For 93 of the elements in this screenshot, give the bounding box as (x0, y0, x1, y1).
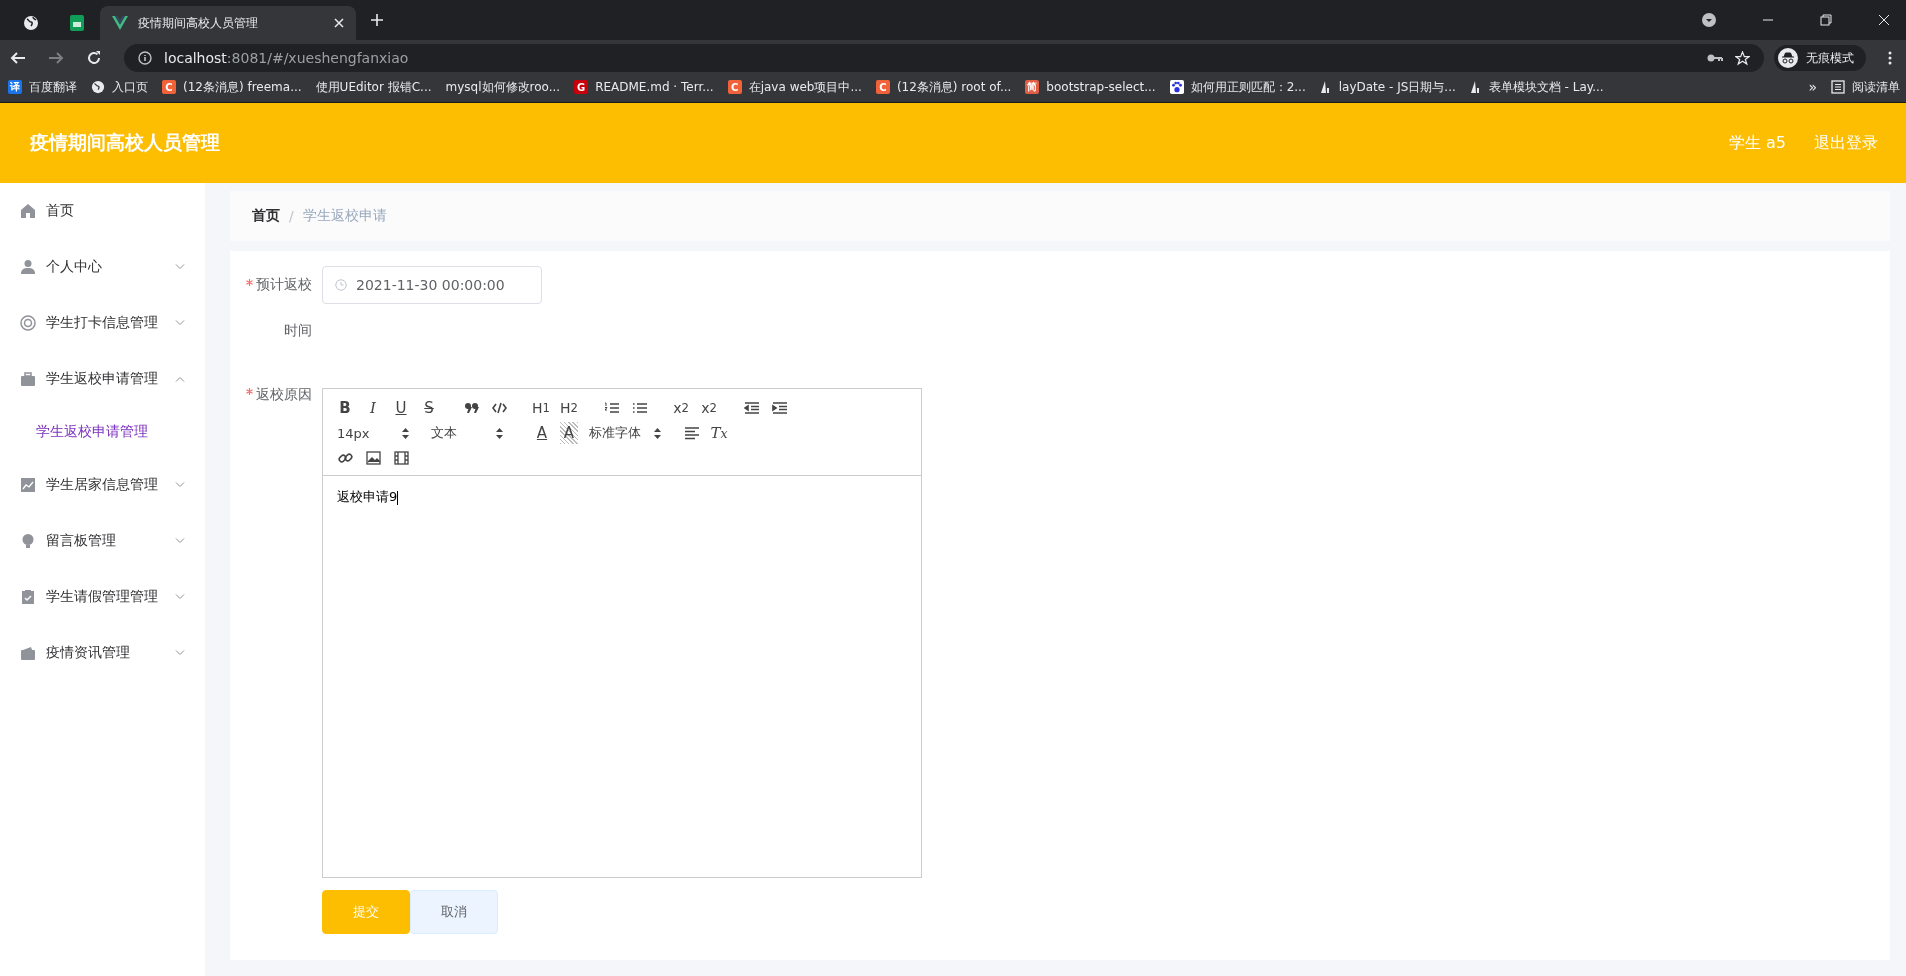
indent-icon (771, 401, 787, 415)
toolbar-button[interactable]: A (529, 422, 555, 444)
bookmark[interactable]: mysql如何修改roo... (445, 78, 561, 96)
toolbar-dropdown[interactable]: 文本 (425, 424, 509, 442)
forward-icon[interactable] (48, 50, 64, 66)
toolbar-dropdown[interactable]: 标准字体 (583, 424, 667, 442)
lifebuoy-icon (20, 315, 36, 331)
align-icon (683, 426, 699, 440)
bookmark[interactable]: C (12条消息) freema... (162, 78, 302, 96)
bookmark-favicon: C (162, 80, 176, 94)
sidebar-subitem[interactable]: 学生返校申请管理 (0, 407, 205, 457)
wallet-icon (20, 645, 36, 661)
browser-tab[interactable]: 疫情期间高校人员管理 (100, 6, 356, 40)
spreadsheet-icon (70, 15, 84, 31)
bookmark[interactable]: G README.md · Terr... (574, 80, 714, 94)
sidebar-item[interactable]: 首页 (0, 183, 205, 239)
quote-icon (463, 401, 479, 415)
sidebar-item[interactable]: 学生打卡信息管理 (0, 295, 205, 351)
toolbar-dropdown[interactable]: 14px (331, 425, 415, 441)
bookmark-favicon: C (727, 80, 742, 94)
address-field[interactable]: localhost:8081/#/xueshengfanxiao (124, 44, 1764, 72)
menu-icon[interactable] (1888, 51, 1892, 65)
key-icon[interactable] (1707, 53, 1723, 63)
paw-icon (1169, 80, 1184, 94)
bookmark[interactable]: 入口页 (91, 78, 148, 96)
bookmark[interactable]: 表单模块文档 - Lay... (1469, 78, 1604, 96)
bookmark[interactable]: 如何用正则匹配：2... (1169, 78, 1306, 96)
editor-text[interactable]: 返校申请9 (323, 476, 921, 877)
bookmark-favicon (1469, 80, 1482, 94)
updown-icon (496, 427, 503, 439)
sidebar-item[interactable]: 学生返校申请管理 (0, 351, 205, 407)
cancel-button[interactable]: 取消 (410, 890, 498, 934)
bookmark[interactable]: 使用UEditor 报错C... (315, 78, 432, 96)
info-icon (138, 51, 152, 65)
field-label: 返校原因 (256, 385, 312, 404)
star-icon[interactable] (1735, 50, 1750, 66)
bookmark[interactable]: 简 bootstrap-select... (1025, 80, 1156, 94)
toolbar-button[interactable]: I (359, 397, 387, 419)
chart-icon (20, 477, 36, 493)
field-label: 预计返校时间 (256, 275, 312, 340)
vue-logo-icon (112, 16, 128, 30)
clock-icon (335, 279, 347, 291)
link-icon (337, 451, 353, 465)
bookmark-favicon: 译 (8, 80, 22, 94)
sidebar-item[interactable]: 学生请假管理管理 (0, 569, 205, 625)
image-icon (365, 451, 381, 465)
updown-icon (654, 427, 661, 439)
bookmark-favicon (1319, 80, 1332, 94)
sidebar-item[interactable]: 学生居家信息管理 (0, 457, 205, 513)
video-icon (393, 451, 409, 465)
globe-icon (23, 15, 39, 31)
bookmark-favicon: C (875, 80, 890, 94)
bookmark-favicon: 简 (1025, 80, 1040, 94)
restore-icon[interactable] (1820, 14, 1832, 26)
bookmark[interactable]: C (12条消息) root of... (875, 78, 1012, 96)
toolbar-button[interactable]: B (331, 397, 359, 419)
toolbar-button[interactable]: S (415, 397, 443, 419)
sidebar-item[interactable]: 疫情资讯管理 (0, 625, 205, 681)
date-field[interactable]: 2021-11-30 00:00:00 (322, 266, 542, 304)
app-title: 疫情期间高校人员管理 (30, 130, 220, 155)
incognito-icon (1778, 48, 1798, 68)
list-icon (1831, 80, 1845, 94)
toolbar-button[interactable]: A (560, 422, 578, 444)
new-tab-icon[interactable] (370, 13, 384, 27)
tab-search-icon[interactable] (1702, 13, 1716, 27)
bookmark-favicon: G (574, 80, 589, 94)
bookmark[interactable]: 译 百度翻译 (8, 78, 77, 96)
home-icon (20, 203, 36, 219)
tab-title: 疫情期间高校人员管理 (138, 14, 259, 32)
sidebar-item[interactable]: 留言板管理 (0, 513, 205, 569)
more-bookmarks-button[interactable]: » (1808, 79, 1817, 95)
breadcrumb-separator: / (289, 208, 294, 224)
updown-icon (402, 427, 409, 439)
person-icon (20, 259, 36, 275)
back-icon[interactable] (10, 50, 26, 66)
clipboard-icon (20, 589, 36, 605)
reload-icon[interactable] (86, 50, 102, 66)
close-icon[interactable] (334, 18, 344, 28)
incognito-button[interactable]: 无痕模式 (1774, 45, 1866, 71)
sidebar-item[interactable]: 个人中心 (0, 239, 205, 295)
reading-list-button[interactable]: 阅读清单 (1831, 78, 1900, 96)
ordered-list-icon (603, 401, 619, 415)
bookmark[interactable]: layDate - JS日期与... (1319, 78, 1456, 96)
bulb-icon (20, 533, 36, 549)
close-icon[interactable] (1878, 14, 1890, 26)
briefcase-icon (20, 371, 36, 387)
breadcrumb-item[interactable]: 首页 (252, 207, 280, 225)
bookmark[interactable]: C 在java web项目中... (727, 78, 862, 96)
code-icon (491, 401, 507, 415)
outdent-icon (743, 401, 759, 415)
toolbar-button[interactable]: U (387, 397, 415, 419)
bullet-list-icon (631, 401, 647, 415)
globe-icon (91, 80, 105, 94)
